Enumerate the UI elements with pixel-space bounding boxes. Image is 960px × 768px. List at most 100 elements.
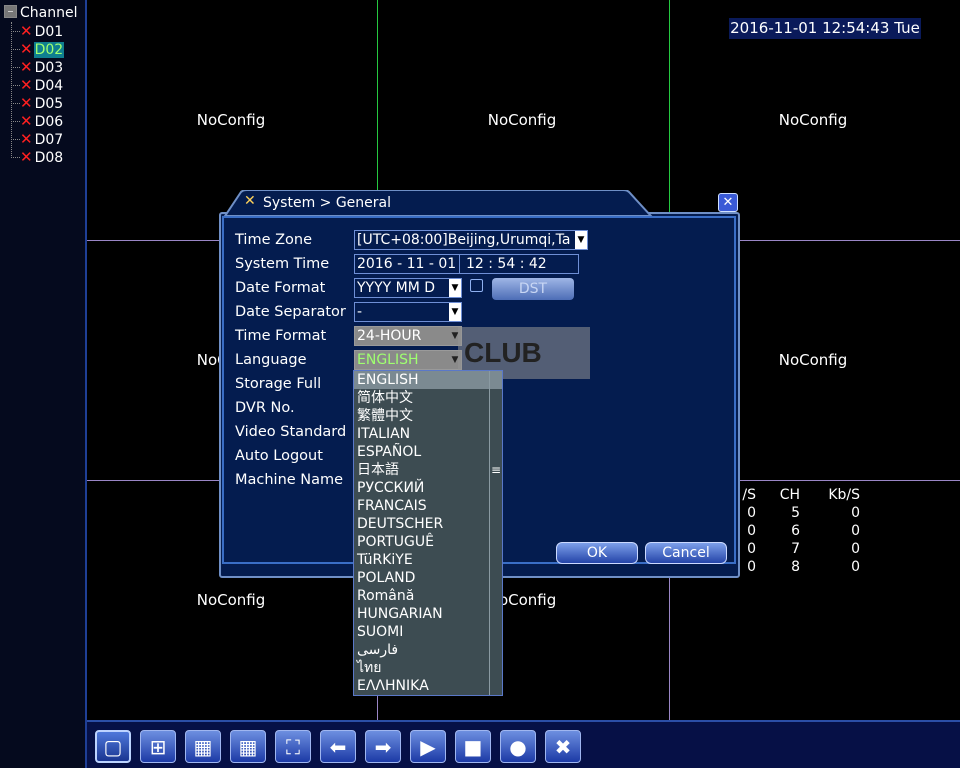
disconnected-icon: ✕ [20,148,33,166]
stats-row: 0 8 0 [740,558,880,576]
language-select[interactable]: ENGLISH ▼ [354,350,462,370]
scrollbar-grip-icon[interactable]: ≡ [491,464,501,476]
playback-icon: ▶ [420,734,436,759]
stats-header: /S CH Kb/S [740,486,880,504]
stop-record-icon: ✖ [554,734,572,759]
quad-view-button[interactable]: ⊞ [140,730,176,763]
stop-record-button[interactable]: ✖ [545,730,581,763]
language-label: Language [235,352,307,368]
date-format-value: YYYY MM D [357,280,436,296]
disconnected-icon: ✕ [20,40,33,58]
cell-status-3: NoConfig [778,111,848,129]
record-button[interactable]: ● [500,730,536,763]
language-dropdown-list[interactable]: ENGLISH 简体中文 繁體中文 ITALIAN ESPAÑOL 日本語 РУССКИЙ F… [353,370,503,696]
language-option[interactable]: 繁體中文 [354,407,502,425]
language-option[interactable]: فارسی [354,641,502,659]
time-format-label: Time Format [235,328,327,344]
time-zone-select[interactable]: [UTC+08:00]Beijing,Urumqi,Ta ▼ [354,230,588,250]
stats-row: 0 6 0 [740,522,880,540]
channel-label: D06 [34,114,64,130]
date-format-select[interactable]: YYYY MM D ▼ [354,278,462,298]
channel-label: D04 [34,78,64,94]
time-format-select[interactable]: 24-HOUR ▼ [354,326,462,346]
language-option[interactable]: ENGLISH [354,371,502,389]
date-separator-select[interactable]: - ▼ [354,302,462,322]
system-clock-input[interactable]: 12 : 54 : 42 [459,254,579,274]
collapse-icon[interactable] [4,5,17,18]
language-option[interactable]: ITALIAN [354,425,502,443]
cell-status-7: NoConfig [196,591,266,609]
language-option[interactable]: 日本語 [354,461,502,479]
stats-cell: 0 [851,559,860,575]
next-button[interactable]: ➡ [365,730,401,763]
tree-dash [11,49,20,50]
stats-cell: 0 [747,559,756,575]
stats-cell: 0 [851,523,860,539]
stats-cell: 7 [791,541,800,557]
stats-cell: 0 [747,523,756,539]
multi-view-button[interactable]: ▦ [185,730,221,763]
tree-dash [11,157,20,158]
language-option[interactable]: РУССКИЙ [354,479,502,497]
stop-playback-button[interactable]: ■ [455,730,491,763]
language-value: ENGLISH [357,352,419,368]
channel-label: D03 [34,60,64,76]
channel-item[interactable]: ✕ D07 [11,130,64,148]
channel-item[interactable]: ✕ D06 [11,112,64,130]
language-option[interactable]: FRANCAIS [354,497,502,515]
dropdown-scrollbar[interactable] [489,371,502,695]
language-option[interactable]: ESPAÑOL [354,443,502,461]
date-format-label: Date Format [235,280,326,296]
bitrate-stats: /S CH Kb/S 0 5 0 0 6 0 0 7 0 0 8 0 [740,486,880,576]
cancel-button[interactable]: Cancel [645,542,727,564]
ok-button[interactable]: OK [556,542,638,564]
channel-item[interactable]: ✕ D02 [11,40,65,58]
channel-label: D01 [34,24,64,40]
cell-status-1: NoConfig [196,111,266,129]
stats-cell: 8 [791,559,800,575]
language-option[interactable]: ไทย [354,659,502,677]
language-option[interactable]: HUNGARIAN [354,605,502,623]
nine-view-button[interactable]: ▦ [230,730,266,763]
stats-cell: 0 [851,505,860,521]
channel-tree-root[interactable]: Channel [4,4,77,22]
multi-view-icon: ▦ [193,734,213,759]
dropdown-arrow-icon: ▼ [449,279,461,297]
next-icon: ➡ [374,734,392,759]
channel-label: D07 [34,132,64,148]
dialog-title: System > General [263,195,392,211]
language-option[interactable]: DEUTSCHER [354,515,502,533]
dvr-no-label: DVR No. [235,400,295,416]
date-separator-value: - [357,304,363,320]
language-option[interactable]: 简体中文 [354,389,502,407]
single-view-button[interactable]: ▢ [95,730,131,763]
language-option[interactable]: TüRKiYE [354,551,502,569]
language-option[interactable]: POLAND [354,569,502,587]
stats-row: 0 7 0 [740,540,880,558]
tree-dash [11,103,20,104]
fullscreen-button[interactable]: ⛶ [275,730,311,763]
previous-button[interactable]: ⬅ [320,730,356,763]
dst-checkbox[interactable] [470,279,483,292]
tree-dash [11,31,20,32]
stats-row: 0 5 0 [740,504,880,522]
system-date-value: 2016 - 11 - 01 [357,256,457,272]
language-option[interactable]: PORTUGUÊ [354,533,502,551]
language-option[interactable]: ΕΛΛΗΝΙΚΑ [354,677,502,695]
close-button[interactable]: ✕ [718,193,738,212]
channel-item[interactable]: ✕ D05 [11,94,64,112]
language-option[interactable]: Română [354,587,502,605]
stats-col-header: CH [779,487,800,503]
language-option[interactable]: SUOMI [354,623,502,641]
channel-item[interactable]: ✕ D01 [11,22,64,40]
channel-item[interactable]: ✕ D03 [11,58,64,76]
channel-item[interactable]: ✕ D08 [11,148,64,166]
clock-display: 2016-11-01 12:54:43 Tue [729,18,921,39]
dst-button[interactable]: DST [492,278,574,300]
playback-button[interactable]: ▶ [410,730,446,763]
stats-cell: 0 [851,541,860,557]
time-zone-label: Time Zone [235,232,313,248]
channel-item[interactable]: ✕ D04 [11,76,64,94]
channel-label: D02 [33,42,65,58]
system-date-input[interactable]: 2016 - 11 - 01 [354,254,460,274]
